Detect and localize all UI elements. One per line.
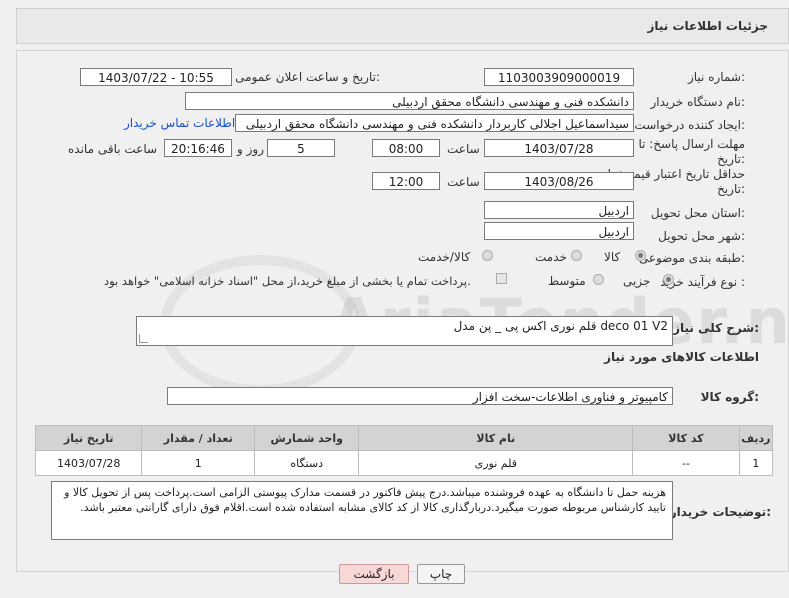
category-radio-goods[interactable] [635,250,646,261]
table-row[interactable]: 1403/07/28 1 دستگاه قلم نوری -- 1 [34,450,774,476]
validity-time-label: ساعت [447,175,480,189]
days-label: روز و [237,142,264,156]
days-field[interactable]: 5 [267,139,335,157]
buyer-label: نام دستگاه خریدار: [650,95,746,109]
city-field[interactable]: اردبیل [484,222,634,240]
process-option-medium: متوسط [548,274,586,288]
buyer-notes-field[interactable]: هزینه حمل تا دانشگاه به عهده فروشنده میب… [51,481,673,540]
treasury-payment-note: پرداخت تمام یا بخشی از مبلغ خرید،از محل … [104,274,471,288]
category-option-service: خدمت [535,250,567,264]
deadline-time-label: ساعت [447,142,480,156]
treasury-payment-checkbox[interactable] [496,273,507,284]
buyer-notes-label: توضیحات خریدار: [669,505,771,519]
deadline-label: مهلت ارسال پاسخ: تا تاریخ: [638,137,745,166]
announce-datetime-field[interactable]: 1403/07/22 - 10:55 [80,68,232,86]
cell-item-name: قلم نوری [358,450,634,476]
cell-unit: دستگاه [254,450,360,476]
description-text: قلم نوری اکس پی _ پن مدل deco 01 V2 [453,319,668,333]
category-option-goods-service: کالا/خدمت [418,250,471,264]
province-field[interactable]: اردبیل [484,201,634,219]
category-radio-service[interactable] [571,250,582,261]
page-title: جزئیات اطلاعات نیاز [647,19,768,33]
buyer-notes-text: هزینه حمل تا دانشگاه به عهده فروشنده میب… [64,486,666,514]
process-radio-medium[interactable] [593,274,604,285]
back-button[interactable]: بازگشت [339,564,409,584]
goods-group-field[interactable]: کامپیوتر و فناوری اطلاعات-سخت افزار [167,387,673,405]
print-button[interactable]: چاپ [417,564,465,584]
process-radio-minor[interactable] [663,274,674,285]
remaining-time-field[interactable]: 20:16:46 [164,139,232,157]
deadline-date-field[interactable]: 1403/07/28 [484,139,634,157]
province-label: استان محل تحویل: [650,206,745,220]
cell-quantity: 1 [141,450,256,476]
table-header-row: تاریخ نیاز تعداد / مقدار واحد شمارش نام … [34,425,774,451]
col-unit: واحد شمارش [254,425,360,451]
goods-section-title: اطلاعات کالاهای مورد نیاز [604,350,759,364]
city-label: شهر محل تحویل: [658,229,745,243]
cell-item-code: -- [632,450,740,476]
goods-group-label: گروه کالا: [700,390,759,404]
page-header: جزئیات اطلاعات نیاز [16,8,789,44]
category-label: طبقه بندی موضوعی: [638,251,745,265]
validity-date-field[interactable]: 1403/08/26 [484,172,634,190]
category-radio-goods-service[interactable] [482,250,493,261]
resize-grip-icon[interactable] [139,334,148,343]
announce-label: تاریخ و ساعت اعلان عمومی: [235,70,380,84]
validity-time-field[interactable]: 12:00 [372,172,440,190]
col-item-code: کد کالا [632,425,740,451]
cell-need-date: 1403/07/28 [34,450,143,476]
col-quantity: تعداد / مقدار [141,425,256,451]
items-table: تاریخ نیاز تعداد / مقدار واحد شمارش نام … [34,425,774,476]
category-option-goods: کالا [604,250,621,264]
process-option-minor: جزیی [623,274,651,288]
col-need-date: تاریخ نیاز [34,425,143,451]
need-number-label: شماره نیاز: [687,70,745,84]
col-item-name: نام کالا [358,425,634,451]
creator-label: ایجاد کننده درخواست: [634,118,745,132]
cell-row-number: 1 [738,450,774,476]
description-label: شرح کلی نیاز: [673,321,759,335]
need-number-field[interactable]: 1103003909000019 [484,68,634,86]
contact-buyer-link[interactable]: اطلاعات تماس خریدار [124,116,235,130]
remaining-label: ساعت باقی مانده [68,142,158,156]
buyer-field[interactable]: دانشکده فنی و مهندسی دانشگاه محقق اردبیل… [185,92,634,110]
creator-field[interactable]: سیداسماعیل اجلالی کاربردار دانشکده فنی و… [235,114,634,132]
deadline-time-field[interactable]: 08:00 [372,139,440,157]
col-row-number: ردیف [738,425,774,451]
description-field[interactable]: قلم نوری اکس پی _ پن مدل deco 01 V2 [136,316,673,346]
